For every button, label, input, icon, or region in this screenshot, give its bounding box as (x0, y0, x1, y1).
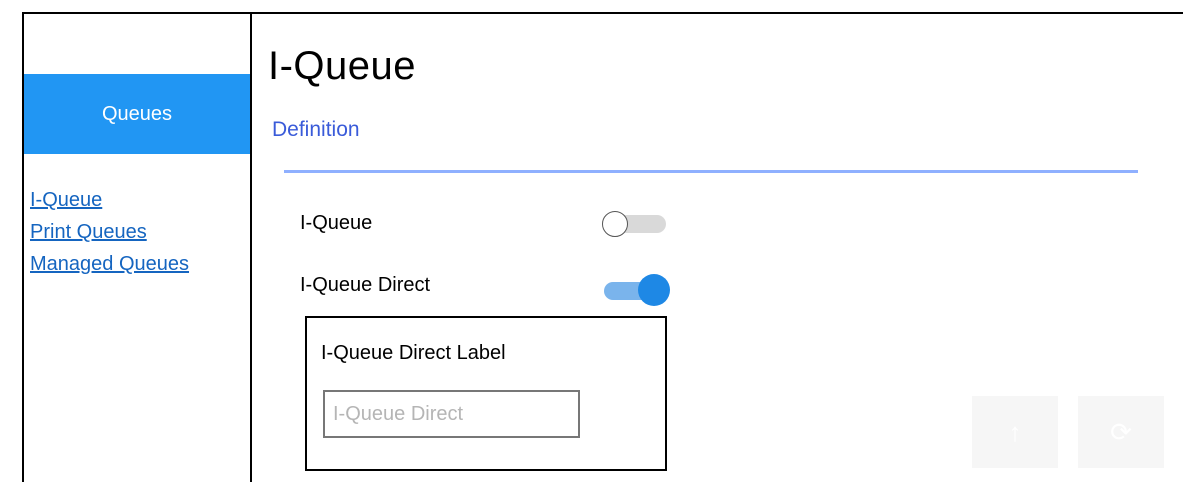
upload-button[interactable]: ↑ (972, 396, 1058, 468)
refresh-button[interactable]: ⟳ (1078, 396, 1164, 468)
page-title: I-Queue (268, 44, 417, 88)
i-queue-direct-label: I-Queue Direct (300, 274, 431, 296)
refresh-icon: ⟳ (1110, 416, 1132, 447)
toggle-knob (638, 274, 670, 306)
direct-label-panel: I-Queue Direct Label (305, 316, 667, 471)
sidebar-link-print-queues[interactable]: Print Queues (30, 216, 189, 248)
sidebar: Queues I-Queue Print Queues Managed Queu… (22, 12, 252, 482)
sidebar-nav: I-Queue Print Queues Managed Queues (30, 184, 189, 280)
direct-label-input[interactable] (323, 390, 580, 438)
i-queue-direct-toggle[interactable] (598, 274, 670, 306)
direct-label-heading: I-Queue Direct Label (321, 342, 506, 364)
i-queue-toggle[interactable] (602, 211, 670, 237)
sidebar-header[interactable]: Queues (24, 74, 250, 154)
sidebar-header-label: Queues (101, 102, 173, 125)
upload-icon: ↑ (1008, 416, 1022, 447)
sidebar-link-i-queue[interactable]: I-Queue (30, 184, 189, 216)
i-queue-label: I-Queue (300, 212, 373, 234)
toggle-knob (602, 211, 628, 237)
sidebar-link-managed-queues[interactable]: Managed Queues (30, 248, 189, 280)
section-divider (284, 170, 1138, 173)
section-subtitle: Definition (272, 118, 360, 141)
